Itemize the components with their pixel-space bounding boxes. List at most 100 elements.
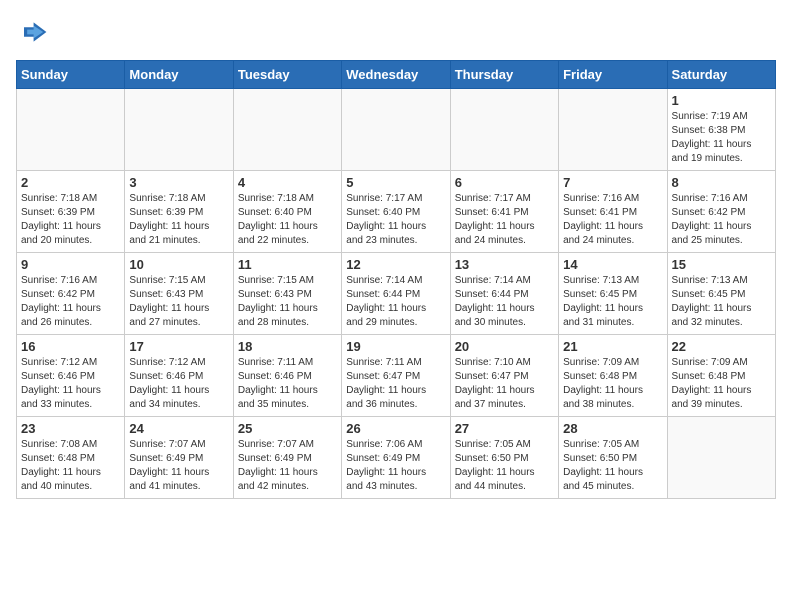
calendar-week-row: 9 Sunrise: 7:16 AM Sunset: 6:42 PM Daylig… — [17, 253, 776, 335]
calendar-cell: 18 Sunrise: 7:11 AM Sunset: 6:46 PM Dayli… — [233, 335, 341, 417]
day-info: Sunrise: 7:14 AM Sunset: 6:44 PM Dayligh… — [346, 274, 445, 330]
calendar-cell: 27 Sunrise: 7:05 AM Sunset: 6:50 PM Dayli… — [450, 417, 558, 499]
calendar-cell: 9 Sunrise: 7:16 AM Sunset: 6:42 PM Daylig… — [17, 253, 125, 335]
day-number: 22 — [672, 339, 771, 354]
calendar-cell — [450, 89, 558, 171]
day-number: 27 — [455, 421, 554, 436]
day-info: Sunrise: 7:16 AM Sunset: 6:41 PM Dayligh… — [563, 192, 662, 248]
weekday-header-thursday: Thursday — [450, 61, 558, 89]
day-info: Sunrise: 7:15 AM Sunset: 6:43 PM Dayligh… — [129, 274, 228, 330]
day-info: Sunrise: 7:13 AM Sunset: 6:45 PM Dayligh… — [672, 274, 771, 330]
day-number: 14 — [563, 257, 662, 272]
calendar-cell: 6 Sunrise: 7:17 AM Sunset: 6:41 PM Daylig… — [450, 171, 558, 253]
calendar-cell: 16Sunrise: 7:12 AM Sunset: 6:46 PM Dayli… — [17, 335, 125, 417]
calendar-week-row: 23 Sunrise: 7:08 AM Sunset: 6:48 PM Dayli… — [17, 417, 776, 499]
calendar-cell — [233, 89, 341, 171]
day-number: 18 — [238, 339, 337, 354]
day-info: Sunrise: 7:16 AM Sunset: 6:42 PM Dayligh… — [21, 274, 120, 330]
calendar-cell: 8 Sunrise: 7:16 AM Sunset: 6:42 PM Daylig… — [667, 171, 775, 253]
calendar-cell: 4 Sunrise: 7:18 AM Sunset: 6:40 PM Daylig… — [233, 171, 341, 253]
day-number: 9 — [21, 257, 120, 272]
day-info: Sunrise: 7:09 AM Sunset: 6:48 PM Dayligh… — [672, 356, 771, 412]
calendar-cell: 21 Sunrise: 7:09 AM Sunset: 6:48 PM Dayli… — [559, 335, 667, 417]
day-number: 11 — [238, 257, 337, 272]
day-info: Sunrise: 7:08 AM Sunset: 6:48 PM Dayligh… — [21, 438, 120, 494]
day-number: 4 — [238, 175, 337, 190]
day-number: 16 — [21, 339, 120, 354]
calendar-cell: 23 Sunrise: 7:08 AM Sunset: 6:48 PM Dayli… — [17, 417, 125, 499]
page-header — [16, 16, 776, 48]
day-info: Sunrise: 7:18 AM Sunset: 6:39 PM Dayligh… — [21, 192, 120, 248]
calendar-week-row: 1 Sunrise: 7:19 AM Sunset: 6:38 PM Daylig… — [17, 89, 776, 171]
calendar-cell: 19Sunrise: 7:11 AM Sunset: 6:47 PM Dayli… — [342, 335, 450, 417]
calendar-cell: 15 Sunrise: 7:13 AM Sunset: 6:45 PM Dayli… — [667, 253, 775, 335]
day-info: Sunrise: 7:07 AM Sunset: 6:49 PM Dayligh… — [238, 438, 337, 494]
calendar-cell: 24 Sunrise: 7:07 AM Sunset: 6:49 PM Dayli… — [125, 417, 233, 499]
logo — [16, 16, 52, 48]
calendar-cell — [342, 89, 450, 171]
day-info: Sunrise: 7:05 AM Sunset: 6:50 PM Dayligh… — [455, 438, 554, 494]
day-number: 24 — [129, 421, 228, 436]
day-number: 26 — [346, 421, 445, 436]
calendar-cell: 2 Sunrise: 7:18 AM Sunset: 6:39 PM Daylig… — [17, 171, 125, 253]
day-number: 20 — [455, 339, 554, 354]
calendar-week-row: 16 Sunrise: 7:12 AM Sunset: 6:46 PM Dayli… — [17, 335, 776, 417]
day-number: 3 — [129, 175, 228, 190]
calendar-cell — [559, 89, 667, 171]
calendar-cell: 22 Sunrise: 7:09 AM Sunset: 6:48 PM Dayli… — [667, 335, 775, 417]
day-info: Sunrise: 7:11 AM Sunset: 6:47 PM Dayligh… — [346, 356, 445, 412]
calendar-cell: 20Sunrise: 7:10 AM Sunset: 6:47 PM Dayli… — [450, 335, 558, 417]
day-number: 23 — [21, 421, 120, 436]
day-info: Sunrise: 7:07 AM Sunset: 6:49 PM Dayligh… — [129, 438, 228, 494]
calendar-cell: 28 Sunrise: 7:05 AM Sunset: 6:50 PM Dayli… — [559, 417, 667, 499]
day-info: Sunrise: 7:15 AM Sunset: 6:43 PM Dayligh… — [238, 274, 337, 330]
calendar-cell: 12 Sunrise: 7:14 AM Sunset: 6:44 PM Dayli… — [342, 253, 450, 335]
day-info: Sunrise: 7:18 AM Sunset: 6:40 PM Dayligh… — [238, 192, 337, 248]
day-number: 13 — [455, 257, 554, 272]
calendar-cell — [125, 89, 233, 171]
day-info: Sunrise: 7:11 AM Sunset: 6:46 PM Dayligh… — [238, 356, 337, 412]
day-number: 5 — [346, 175, 445, 190]
calendar-cell: 7 Sunrise: 7:16 AM Sunset: 6:41 PM Daylig… — [559, 171, 667, 253]
day-number: 8 — [672, 175, 771, 190]
day-number: 21 — [563, 339, 662, 354]
calendar-cell: 25 Sunrise: 7:07 AM Sunset: 6:49 PM Dayli… — [233, 417, 341, 499]
weekday-header-wednesday: Wednesday — [342, 61, 450, 89]
day-number: 15 — [672, 257, 771, 272]
day-info: Sunrise: 7:18 AM Sunset: 6:39 PM Dayligh… — [129, 192, 228, 248]
day-number: 2 — [21, 175, 120, 190]
weekday-header-friday: Friday — [559, 61, 667, 89]
calendar-week-row: 2 Sunrise: 7:18 AM Sunset: 6:39 PM Daylig… — [17, 171, 776, 253]
calendar-cell: 1 Sunrise: 7:19 AM Sunset: 6:38 PM Daylig… — [667, 89, 775, 171]
weekday-header-monday: Monday — [125, 61, 233, 89]
day-info: Sunrise: 7:05 AM Sunset: 6:50 PM Dayligh… — [563, 438, 662, 494]
day-info: Sunrise: 7:06 AM Sunset: 6:49 PM Dayligh… — [346, 438, 445, 494]
logo-icon — [16, 16, 48, 48]
day-number: 7 — [563, 175, 662, 190]
day-info: Sunrise: 7:13 AM Sunset: 6:45 PM Dayligh… — [563, 274, 662, 330]
weekday-header-saturday: Saturday — [667, 61, 775, 89]
day-number: 1 — [672, 93, 771, 108]
day-info: Sunrise: 7:17 AM Sunset: 6:41 PM Dayligh… — [455, 192, 554, 248]
calendar-cell — [667, 417, 775, 499]
day-number: 17 — [129, 339, 228, 354]
calendar-header-row: SundayMondayTuesdayWednesdayThursdayFrid… — [17, 61, 776, 89]
day-info: Sunrise: 7:16 AM Sunset: 6:42 PM Dayligh… — [672, 192, 771, 248]
calendar-table: SundayMondayTuesdayWednesdayThursdayFrid… — [16, 60, 776, 499]
calendar-cell: 10Sunrise: 7:15 AM Sunset: 6:43 PM Dayli… — [125, 253, 233, 335]
day-info: Sunrise: 7:09 AM Sunset: 6:48 PM Dayligh… — [563, 356, 662, 412]
calendar-cell: 14 Sunrise: 7:13 AM Sunset: 6:45 PM Dayli… — [559, 253, 667, 335]
day-number: 12 — [346, 257, 445, 272]
calendar-cell: 11 Sunrise: 7:15 AM Sunset: 6:43 PM Dayli… — [233, 253, 341, 335]
weekday-header-tuesday: Tuesday — [233, 61, 341, 89]
calendar-cell: 17 Sunrise: 7:12 AM Sunset: 6:46 PM Dayli… — [125, 335, 233, 417]
weekday-header-sunday: Sunday — [17, 61, 125, 89]
day-number: 28 — [563, 421, 662, 436]
day-number: 25 — [238, 421, 337, 436]
day-info: Sunrise: 7:12 AM Sunset: 6:46 PM Dayligh… — [129, 356, 228, 412]
day-info: Sunrise: 7:19 AM Sunset: 6:38 PM Dayligh… — [672, 110, 771, 166]
calendar-cell — [17, 89, 125, 171]
calendar-cell: 13Sunrise: 7:14 AM Sunset: 6:44 PM Dayli… — [450, 253, 558, 335]
day-number: 6 — [455, 175, 554, 190]
calendar-cell: 3 Sunrise: 7:18 AM Sunset: 6:39 PM Daylig… — [125, 171, 233, 253]
